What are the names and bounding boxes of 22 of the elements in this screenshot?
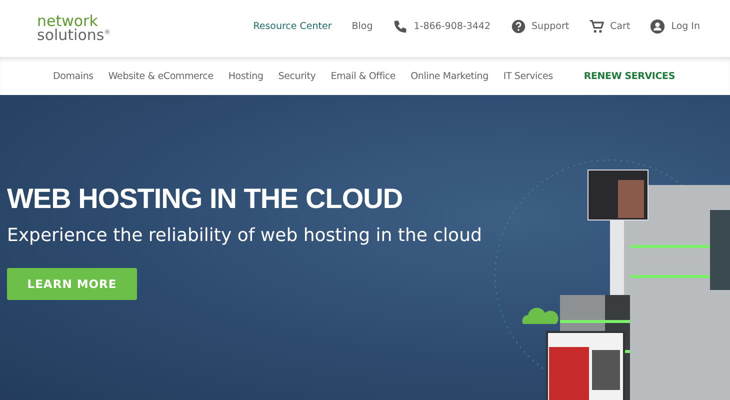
hero-title: WEB HOSTING IN THE CLOUD bbox=[7, 183, 404, 215]
nav-link[interactable]: Online Marketing bbox=[410, 70, 488, 82]
account-icon bbox=[650, 19, 666, 34]
help-icon bbox=[510, 19, 526, 34]
hero-subtitle: Experience the reliability of web hosting in the cloud bbox=[7, 225, 483, 246]
nav-link[interactable]: Domains bbox=[53, 70, 94, 82]
nav-link[interactable]: Website & eCommerce bbox=[108, 70, 214, 82]
nav-link[interactable]: Email & Office bbox=[330, 70, 396, 82]
phone-icon bbox=[392, 19, 408, 34]
cart-icon bbox=[589, 19, 604, 34]
header-link[interactable]: Log In bbox=[650, 19, 700, 34]
nav-link[interactable]: Security bbox=[278, 70, 316, 82]
header-link[interactable]: Cart bbox=[589, 19, 630, 34]
nav-link[interactable]: IT Services bbox=[503, 70, 553, 82]
header-link[interactable]: 1-866-908-3442 bbox=[392, 19, 491, 34]
nav-link[interactable]: Hosting bbox=[228, 70, 264, 82]
header-link[interactable]: Blog bbox=[352, 21, 373, 32]
renew-services-link[interactable]: RENEW SERVICES bbox=[584, 70, 675, 82]
logo-text: network bbox=[37, 14, 98, 26]
logo-text: solutions$^{®}$ bbox=[37, 26, 110, 40]
header-link[interactable]: Support bbox=[510, 19, 570, 34]
header-link[interactable]: Resource Center bbox=[253, 21, 332, 32]
